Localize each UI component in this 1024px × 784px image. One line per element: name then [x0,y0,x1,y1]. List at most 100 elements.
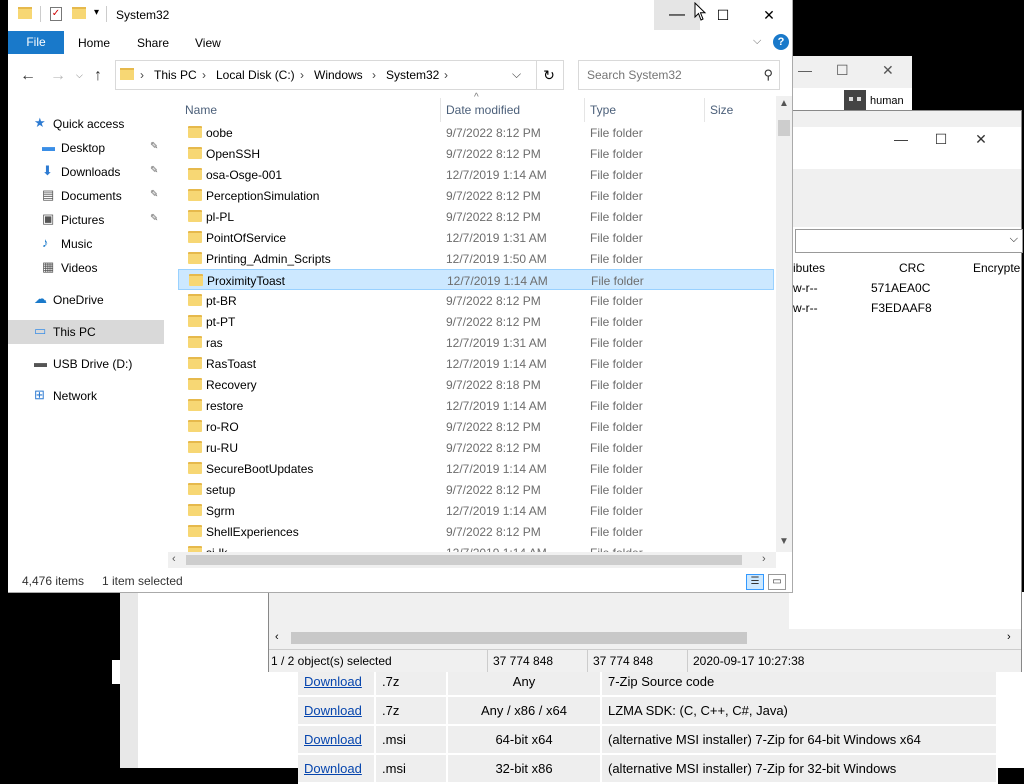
close-button[interactable]: ✕ [746,0,792,30]
table-row[interactable]: setup 9/7/2022 8:12 PM File folder [178,479,774,500]
new-folder-icon[interactable] [72,7,86,19]
help-icon[interactable]: ? [773,34,789,50]
column-size[interactable]: Size [710,103,733,117]
close-icon[interactable]: ✕ [961,131,1001,148]
column-date-modified[interactable]: Date modified [446,103,520,117]
column-crc[interactable]: CRC [899,261,925,275]
sidebar-item[interactable]: ☁ OneDrive [8,288,164,312]
table-row[interactable]: osa-Osge-001 12/7/2019 1:14 AM File folder [178,164,774,185]
table-row[interactable]: RasToast 12/7/2019 1:14 AM File folder [178,353,774,374]
sidebar-item[interactable]: ⬇ Downloads ✎ [8,160,164,184]
properties-icon[interactable]: ✓ [50,7,62,21]
table-row[interactable]: ProximityToast 12/7/2019 1:14 AM File fold… [178,269,774,290]
table-row[interactable]: ras 12/7/2019 1:31 AM File folder [178,332,774,353]
sidebar-item[interactable]: ▬ USB Drive (D:) [8,352,164,376]
table-row[interactable]: pl-PL 9/7/2022 8:12 PM File folder [178,206,774,227]
forward-arrow-icon[interactable]: → [50,67,66,85]
details-view-icon[interactable]: ☰ [746,574,764,590]
scrollbar-thumb[interactable] [778,120,790,136]
chevron-down-icon[interactable]: ⌵ [512,67,521,82]
tab-home[interactable]: Home [78,36,110,50]
title-bar[interactable]: ✓ ▾ System32 — ☐ ✕ [8,0,792,30]
scrollbar-thumb[interactable] [291,632,747,644]
table-row[interactable]: SecureBootUpdates 12/7/2019 1:14 AM File f… [178,458,774,479]
download-link[interactable]: Download [304,703,362,718]
up-arrow-icon[interactable]: ↑ [94,67,102,85]
sidebar-item[interactable]: ▬ Desktop ✎ [8,136,164,160]
table-row[interactable]: ro-RO 9/7/2022 8:12 PM File folder [178,416,774,437]
large-icons-view-icon[interactable]: ▭ [768,574,786,590]
maximize-icon[interactable]: ☐ [921,131,961,148]
pin-icon[interactable]: ✎ [150,213,158,224]
table-row[interactable]: OpenSSH 9/7/2022 8:12 PM File folder [178,143,774,164]
table-row[interactable]: pt-PT 9/7/2022 8:12 PM File folder [178,311,774,332]
scroll-right-icon[interactable]: › [1007,631,1011,643]
address-bar[interactable]: › This PC › Local Disk (C:) › Windows › … [115,60,537,90]
7zip-row[interactable]: rw-r-- F3EDAAF8 [789,299,1021,319]
scroll-up-icon[interactable]: ▲ [779,98,789,109]
recent-locations-icon[interactable]: ⌵ [76,70,83,81]
sidebar-item[interactable]: ▭ This PC [8,320,164,344]
minimize-icon[interactable]: — [881,131,921,147]
table-row[interactable]: si-lk12/7/2019 1:14 AMFile folder [178,542,774,552]
7zip-horizontal-scrollbar[interactable]: ‹ › [271,629,1019,647]
table-row[interactable]: ru-RU 9/7/2022 8:12 PM File folder [178,437,774,458]
search-icon[interactable]: ⚲ [763,67,773,83]
table-row[interactable]: Printing_Admin_Scripts 12/7/2019 1:50 AM F… [178,248,774,269]
minimize-icon[interactable]: — [798,62,812,78]
chevron-right-icon[interactable]: › [372,68,376,82]
download-link[interactable]: Download [304,674,362,689]
table-row[interactable]: PointOfService 12/7/2019 1:31 AM File fold… [178,227,774,248]
breadcrumb-this-pc[interactable]: This PC [154,68,197,82]
maximize-icon[interactable]: ☐ [836,62,849,79]
pin-icon[interactable]: ✎ [150,141,158,152]
scrollbar-thumb[interactable] [186,555,742,565]
chevron-right-icon[interactable]: › [300,68,304,82]
sidebar-item[interactable]: ▣ Pictures ✎ [8,208,164,232]
sidebar-item[interactable]: ⊞ Network [8,384,164,408]
search-input[interactable] [585,66,749,84]
tab-share[interactable]: Share [137,36,169,50]
column-type[interactable]: Type [590,103,616,117]
breadcrumb-system32[interactable]: System32 [386,68,439,82]
expand-ribbon-icon[interactable]: ⌵ [753,35,761,48]
scroll-right-icon[interactable]: › [762,553,766,565]
breadcrumb-local-disk[interactable]: Local Disk (C:) [216,68,295,82]
column-name[interactable]: Name [185,103,217,117]
scroll-down-icon[interactable]: ▼ [779,536,789,547]
scroll-left-icon[interactable]: ‹ [172,553,176,565]
download-link[interactable]: Download [304,732,362,747]
download-link[interactable]: Download [304,761,362,776]
column-attributes[interactable]: ributes [789,261,825,275]
sidebar-item[interactable]: ▦ Videos [8,256,164,280]
column-encrypted[interactable]: Encrypte [973,261,1020,275]
table-row[interactable]: restore 12/7/2019 1:14 AM File folder [178,395,774,416]
refresh-icon[interactable]: ↻ [535,60,564,90]
7zip-path-combo[interactable]: ⌵ [795,229,1023,253]
tab-view[interactable]: View [195,36,221,50]
chevron-right-icon[interactable]: › [140,68,144,82]
tab-file[interactable]: File [8,31,64,54]
vertical-scrollbar[interactable]: ▲ ▼ [776,96,792,552]
table-row[interactable]: Sgrm 12/7/2019 1:14 AM File folder [178,500,774,521]
chevron-right-icon[interactable]: › [444,68,448,82]
table-row[interactable]: Recovery 9/7/2022 8:18 PM File folder [178,374,774,395]
sidebar-item[interactable]: ★ Quick access [8,112,164,136]
sidebar-item[interactable]: ♪ Music [8,232,164,256]
scroll-left-icon[interactable]: ‹ [275,631,279,643]
pin-icon[interactable]: ✎ [150,189,158,200]
search-box[interactable]: ⚲ [578,60,780,90]
7zip-row[interactable]: rw-r-- 571AEA0C [789,279,1021,299]
breadcrumb-windows[interactable]: Windows [314,68,363,82]
table-row[interactable]: oobe 9/7/2022 8:12 PM File folder [178,122,774,143]
table-row[interactable]: ShellExperiences 9/7/2022 8:12 PM File fol… [178,521,774,542]
pin-icon[interactable]: ✎ [150,165,158,176]
horizontal-scrollbar[interactable]: ‹ › [168,552,776,568]
sidebar-item[interactable]: ▤ Documents ✎ [8,184,164,208]
table-row[interactable]: pt-BR 9/7/2022 8:12 PM File folder [178,290,774,311]
close-icon[interactable]: ✕ [882,62,894,79]
chevron-right-icon[interactable]: › [202,68,206,82]
back-arrow-icon[interactable]: ← [20,67,36,85]
table-row[interactable]: PerceptionSimulation 9/7/2022 8:12 PM File… [178,185,774,206]
chevron-down-icon[interactable]: ⌵ [1010,233,1018,246]
